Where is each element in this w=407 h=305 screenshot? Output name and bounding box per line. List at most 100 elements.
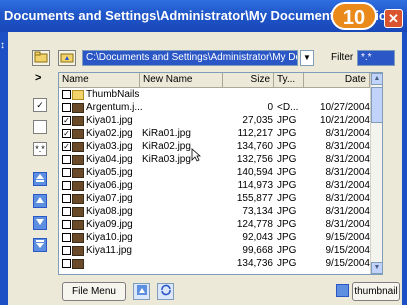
image-icon [72, 181, 84, 191]
chevron-down-icon[interactable]: ▼ [300, 50, 314, 66]
table-row[interactable]: Argentum.j... 0 <D... 10/27/2004 [59, 102, 382, 114]
type-cell: JPG [277, 141, 297, 152]
folder-icon [34, 51, 48, 63]
refresh-icon [160, 284, 171, 296]
move-top-button[interactable] [33, 172, 47, 186]
column-header-size[interactable]: Size [223, 73, 274, 87]
row-checkbox[interactable] [62, 220, 71, 229]
image-icon [72, 103, 84, 113]
list-header: Name New Name Size Ty... Date [59, 73, 382, 88]
row-checkbox[interactable] [62, 246, 71, 255]
preview-button[interactable] [133, 283, 150, 300]
table-row[interactable]: ✓ Kiya02.jpg KiRa01.jpg 112,217 JPG 8/31/2004 [59, 128, 382, 140]
date-cell: 8/31/2004 [325, 193, 371, 204]
column-header-type[interactable]: Ty... [274, 73, 304, 87]
column-header-new-name[interactable]: New Name [140, 73, 223, 87]
file-name-cell: Kiya11.jpg [86, 245, 132, 256]
type-cell: <D... [277, 102, 299, 113]
type-cell: JPG [277, 232, 297, 243]
file-name-cell: Kiya04.jpg [86, 154, 133, 165]
new-name-cell: KiRa03.jpg [142, 154, 191, 165]
type-cell: JPG [277, 193, 297, 204]
image-icon [72, 142, 84, 152]
move-down-button[interactable] [33, 216, 47, 230]
date-cell: 8/31/2004 [325, 219, 371, 230]
file-name-cell: Kiya05.jpg [86, 167, 133, 178]
row-checkbox[interactable] [62, 168, 71, 177]
table-row[interactable]: ✓ Kiya01.jpg 27,035 JPG 10/21/2004 [59, 115, 382, 127]
size-cell: 124,778 [236, 219, 273, 230]
move-down-icon [36, 219, 44, 225]
table-row[interactable]: Kiya09.jpg 124,778 JPG 8/31/2004 [59, 219, 382, 231]
column-header-name[interactable]: Name [59, 73, 140, 87]
scroll-up-button[interactable]: ▲ [371, 73, 382, 85]
table-row[interactable]: Kiya08.jpg 73,134 JPG 8/31/2004 [59, 206, 382, 218]
open-folder-button[interactable] [32, 50, 50, 66]
type-cell: JPG [277, 154, 297, 165]
preview-icon [136, 285, 147, 295]
file-menu-button[interactable]: File Menu [62, 282, 126, 301]
thumbnail-checkbox[interactable] [336, 284, 349, 297]
vertical-scrollbar[interactable]: ▲ ▼ [370, 73, 382, 274]
table-row[interactable]: Kiya05.jpg 140,594 JPG 8/31/2004 [59, 167, 382, 179]
table-row[interactable]: 134,736 JPG 9/15/2004 [59, 258, 382, 270]
move-up-button[interactable] [33, 194, 47, 208]
row-checkbox[interactable]: ✓ [62, 116, 71, 125]
resize-icon[interactable]: ↕ [0, 40, 5, 51]
file-name-cell: Kiya07.jpg [86, 193, 133, 204]
table-row[interactable]: Kiya10.jpg 92,043 JPG 9/15/2004 [59, 232, 382, 244]
file-name-cell: Kiya01.jpg [86, 115, 133, 126]
file-name-cell: Kiya10.jpg [86, 232, 133, 243]
uncheck-all-button[interactable] [33, 120, 47, 134]
table-row[interactable]: Kiya11.jpg 99,668 JPG 9/15/2004 [59, 245, 382, 257]
size-cell: 0 [267, 102, 273, 113]
date-cell: 10/21/2004 [319, 115, 370, 126]
row-checkbox[interactable] [62, 103, 71, 112]
filter-input[interactable]: *.* [357, 50, 395, 66]
table-row[interactable]: Kiya04.jpg KiRa03.jpg 132,756 JPG 8/31/2004 [59, 154, 382, 166]
path-combobox[interactable]: C:\Documents and Settings\Administrator\… [82, 50, 298, 66]
date-cell: 8/31/2004 [325, 180, 371, 191]
row-checkbox[interactable] [62, 181, 71, 190]
date-cell: 8/31/2004 [325, 206, 371, 217]
refresh-button[interactable] [157, 283, 174, 300]
new-name-cell: KiRa02.jpg [142, 141, 191, 152]
type-cell: JPG [277, 167, 297, 178]
browse-folder-button[interactable] [58, 50, 76, 66]
image-icon [72, 116, 84, 126]
mouse-cursor-icon [191, 148, 201, 162]
table-row[interactable]: Kiya06.jpg 114,973 JPG 8/31/2004 [59, 180, 382, 192]
image-icon [72, 155, 84, 165]
wildcard-button[interactable]: *.* [33, 142, 47, 156]
move-bottom-button[interactable] [33, 238, 47, 252]
date-cell: 9/15/2004 [325, 258, 371, 269]
table-row[interactable]: ThumbNails [59, 89, 382, 101]
row-checkbox[interactable] [62, 233, 71, 242]
size-cell: 134,736 [236, 258, 273, 269]
scroll-down-button[interactable]: ▼ [371, 262, 382, 274]
image-icon [72, 168, 84, 178]
thumbnail-button[interactable]: thumbnail [352, 282, 400, 301]
image-icon [72, 233, 84, 243]
scroll-thumb[interactable] [371, 87, 382, 123]
file-name-cell: Kiya03.jpg [86, 141, 133, 152]
type-cell: JPG [277, 258, 297, 269]
row-checkbox[interactable] [62, 259, 71, 268]
row-checkbox[interactable] [62, 194, 71, 203]
image-icon [72, 207, 84, 217]
table-row[interactable]: ✓ Kiya03.jpg KiRa02.jpg 134,760 JPG 8/31/2004 [59, 141, 382, 153]
row-checkbox[interactable] [62, 155, 71, 164]
image-icon [72, 129, 84, 139]
row-checkbox[interactable] [62, 90, 71, 99]
column-header-date[interactable]: Date [304, 73, 370, 87]
file-name-cell: Argentum.j... [86, 102, 143, 113]
row-checkbox[interactable]: ✓ [62, 129, 71, 138]
row-checkbox[interactable] [62, 207, 71, 216]
close-button[interactable]: ✕ [384, 9, 403, 28]
check-all-button[interactable]: ✓ [33, 98, 47, 112]
arrow-column-head: > [35, 72, 42, 84]
row-checkbox[interactable]: ✓ [62, 142, 71, 151]
size-cell: 73,134 [242, 206, 273, 217]
folder-up-icon [60, 53, 74, 63]
table-row[interactable]: Kiya07.jpg 155,877 JPG 8/31/2004 [59, 193, 382, 205]
